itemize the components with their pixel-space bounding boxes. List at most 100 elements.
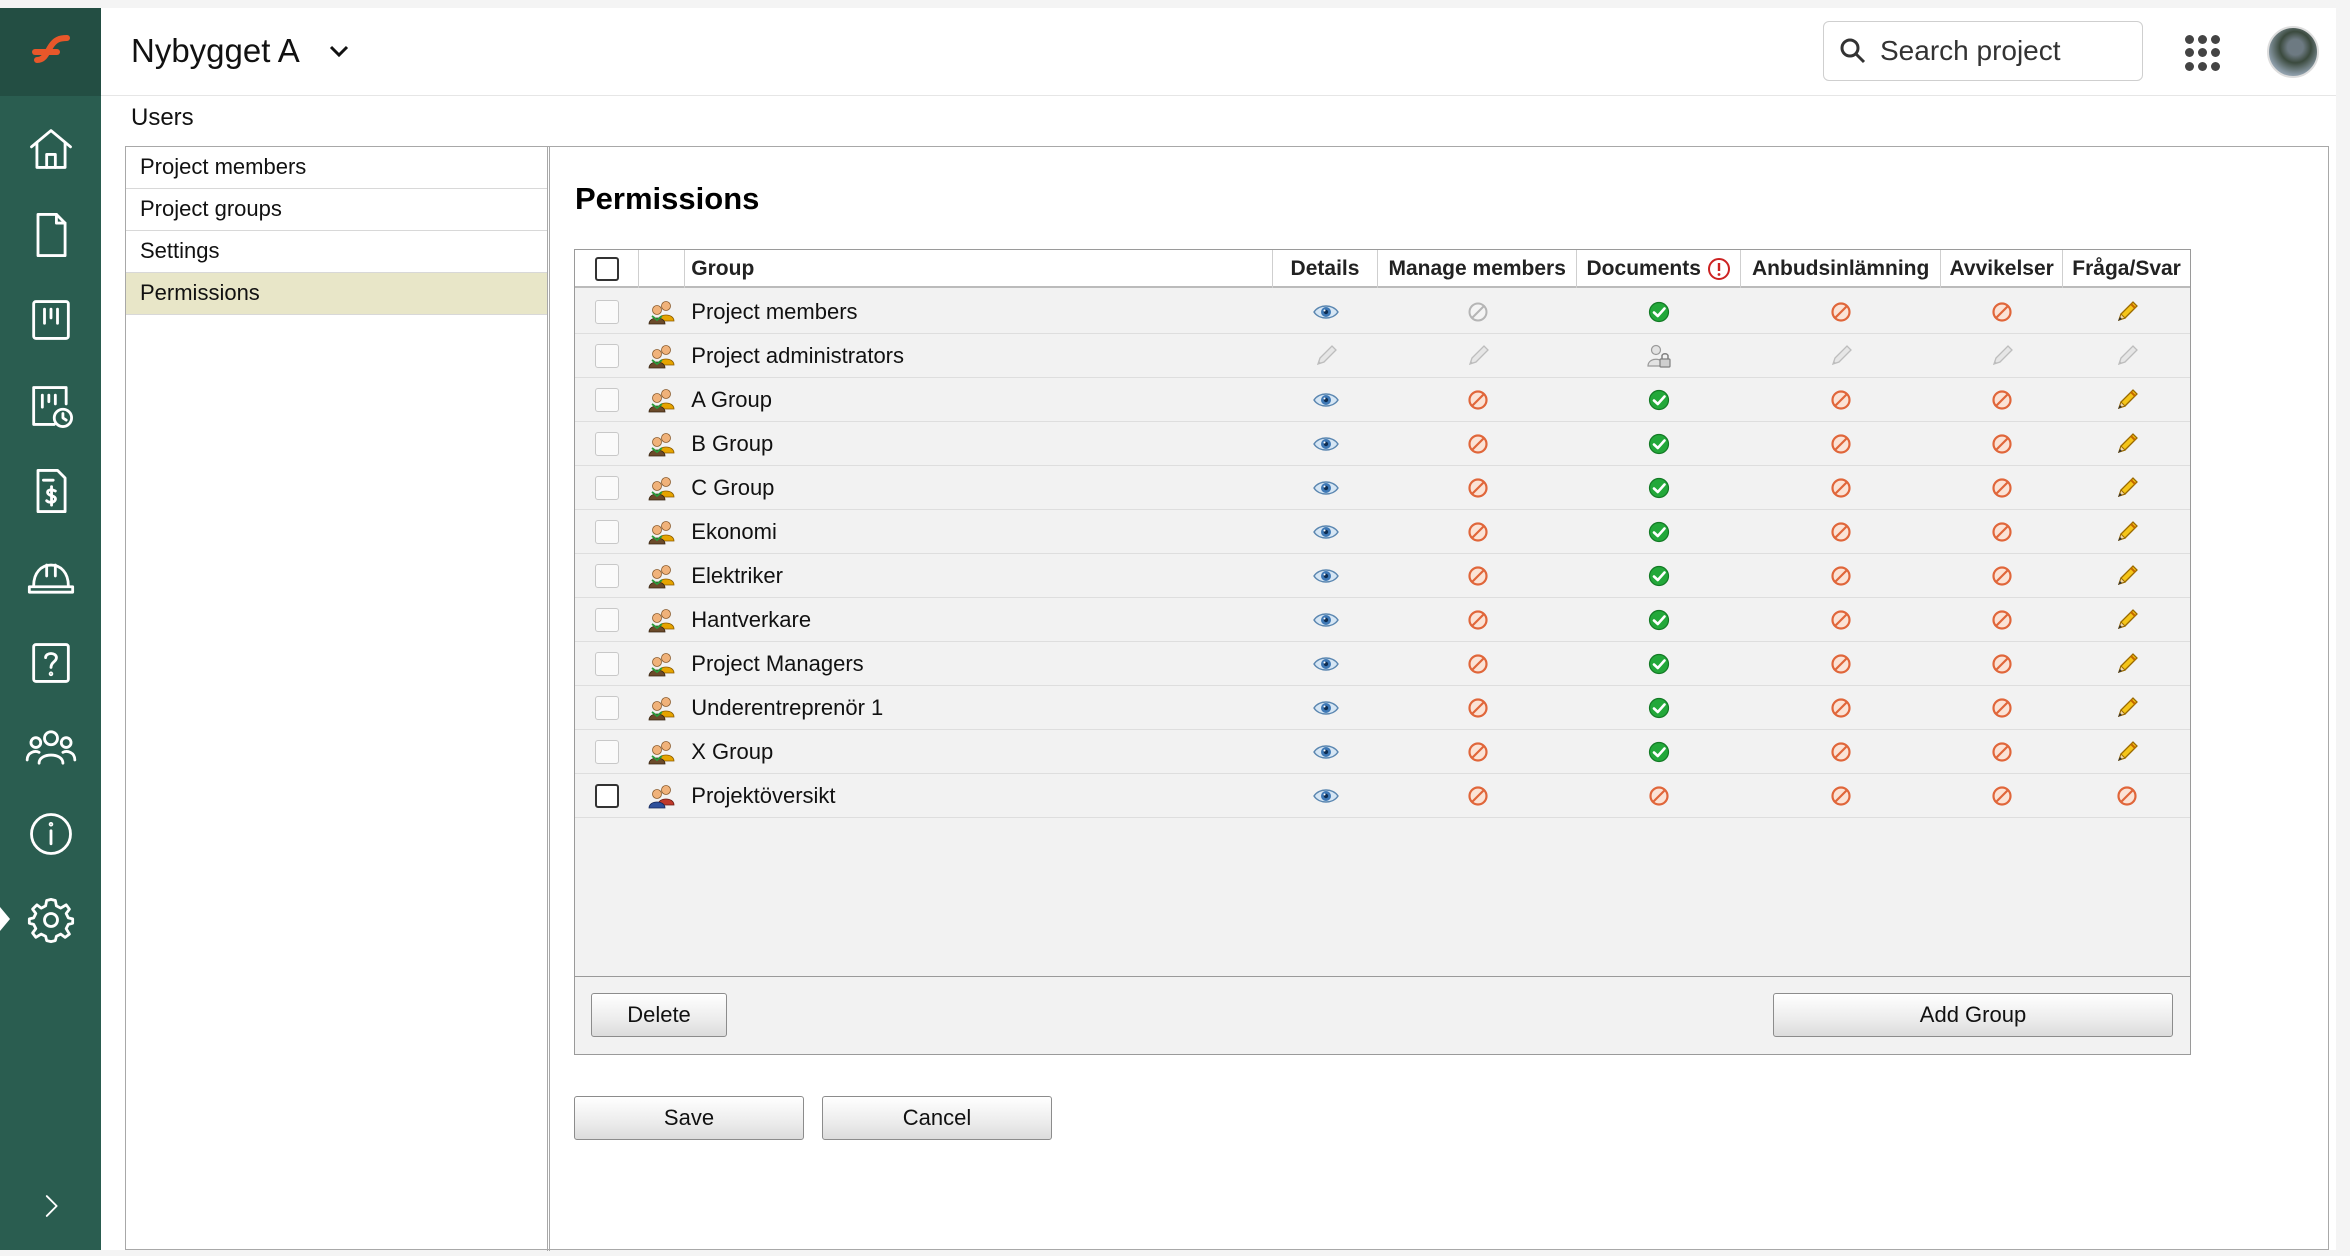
- perm-manage-members-deny-icon[interactable]: [1378, 642, 1577, 686]
- search-box[interactable]: [1823, 21, 2143, 81]
- perm-details-view-icon[interactable]: [1273, 378, 1378, 422]
- perm-anbudsinlamning-edit-disabled-icon[interactable]: [1741, 334, 1941, 378]
- group-name[interactable]: Elektriker: [685, 554, 1273, 598]
- group-name[interactable]: A Group: [685, 378, 1273, 422]
- row-checkbox[interactable]: [595, 651, 620, 676]
- perm-fraga-svar-edit-icon[interactable]: [2063, 422, 2190, 466]
- perm-details-view-icon[interactable]: [1273, 290, 1378, 334]
- app-logo[interactable]: [0, 8, 101, 96]
- perm-fraga-svar-edit-icon[interactable]: [2063, 290, 2190, 334]
- add-group-button[interactable]: Add Group: [1773, 993, 2173, 1037]
- perm-avvikelser-deny-icon[interactable]: [1941, 466, 2063, 510]
- table-row[interactable]: Elektriker: [575, 554, 2190, 598]
- perm-details-view-icon[interactable]: [1273, 510, 1378, 554]
- table-row[interactable]: A Group: [575, 378, 2190, 422]
- group-name[interactable]: Projektöversikt: [685, 774, 1273, 818]
- nav-safety[interactable]: [0, 542, 101, 612]
- row-checkbox[interactable]: [595, 695, 620, 720]
- user-avatar[interactable]: [2267, 26, 2319, 78]
- subnav-settings[interactable]: Settings: [126, 231, 547, 273]
- perm-documents-allow-icon[interactable]: [1577, 290, 1741, 334]
- table-row[interactable]: Project Managers: [575, 642, 2190, 686]
- warning-icon[interactable]: [1707, 257, 1731, 281]
- perm-fraga-svar-edit-icon[interactable]: [2063, 686, 2190, 730]
- row-checkbox[interactable]: [595, 343, 620, 368]
- table-row[interactable]: Project members: [575, 290, 2190, 334]
- perm-manage-members-deny-icon[interactable]: [1378, 422, 1577, 466]
- perm-details-view-icon[interactable]: [1273, 730, 1378, 774]
- table-row[interactable]: X Group: [575, 730, 2190, 774]
- row-checkbox[interactable]: [595, 519, 620, 544]
- cancel-button[interactable]: Cancel: [822, 1096, 1052, 1140]
- perm-manage-members-edit-disabled-icon[interactable]: [1378, 334, 1577, 378]
- perm-manage-members-deny-icon[interactable]: [1378, 686, 1577, 730]
- group-name[interactable]: Ekonomi: [685, 510, 1273, 554]
- perm-fraga-svar-edit-icon[interactable]: [2063, 466, 2190, 510]
- nav-invoices[interactable]: [0, 456, 101, 526]
- perm-fraga-svar-edit-icon[interactable]: [2063, 642, 2190, 686]
- perm-anbudsinlamning-deny-icon[interactable]: [1741, 422, 1941, 466]
- apps-grid-icon[interactable]: [2185, 35, 2221, 71]
- nav-settings[interactable]: [0, 885, 101, 955]
- perm-avvikelser-deny-icon[interactable]: [1941, 554, 2063, 598]
- perm-documents-allow-icon[interactable]: [1577, 422, 1741, 466]
- row-checkbox[interactable]: [595, 607, 620, 632]
- perm-anbudsinlamning-deny-icon[interactable]: [1741, 686, 1941, 730]
- perm-fraga-svar-deny-icon[interactable]: [2063, 774, 2190, 818]
- group-name[interactable]: C Group: [685, 466, 1273, 510]
- perm-details-view-icon[interactable]: [1273, 422, 1378, 466]
- perm-avvikelser-deny-icon[interactable]: [1941, 686, 2063, 730]
- nav-board[interactable]: [0, 285, 101, 355]
- perm-fraga-svar-edit-icon[interactable]: [2063, 730, 2190, 774]
- perm-avvikelser-deny-icon[interactable]: [1941, 510, 2063, 554]
- header-documents[interactable]: Documents: [1577, 250, 1742, 288]
- perm-avvikelser-deny-icon[interactable]: [1941, 598, 2063, 642]
- perm-manage-members-deny-icon[interactable]: [1378, 774, 1577, 818]
- group-name[interactable]: Project Managers: [685, 642, 1273, 686]
- perm-documents-allow-icon[interactable]: [1577, 642, 1741, 686]
- perm-details-view-icon[interactable]: [1273, 686, 1378, 730]
- group-name[interactable]: B Group: [685, 422, 1273, 466]
- perm-avvikelser-deny-icon[interactable]: [1941, 774, 2063, 818]
- row-checkbox[interactable]: [595, 739, 620, 764]
- perm-anbudsinlamning-deny-icon[interactable]: [1741, 378, 1941, 422]
- perm-documents-allow-icon[interactable]: [1577, 686, 1741, 730]
- perm-anbudsinlamning-deny-icon[interactable]: [1741, 598, 1941, 642]
- nav-home[interactable]: [0, 114, 101, 184]
- perm-anbudsinlamning-deny-icon[interactable]: [1741, 510, 1941, 554]
- perm-fraga-svar-edit-disabled-icon[interactable]: [2063, 334, 2190, 378]
- nav-questions[interactable]: [0, 628, 101, 698]
- subnav-permissions[interactable]: Permissions: [126, 273, 547, 315]
- perm-details-edit-disabled-icon[interactable]: [1273, 334, 1378, 378]
- subnav-project-groups[interactable]: Project groups: [126, 189, 547, 231]
- perm-manage-members-deny-icon[interactable]: [1378, 598, 1577, 642]
- header-manage-members[interactable]: Manage members: [1378, 250, 1578, 288]
- search-input[interactable]: [1880, 35, 2130, 67]
- nav-schedule[interactable]: [0, 371, 101, 441]
- row-checkbox[interactable]: [595, 431, 620, 456]
- perm-fraga-svar-edit-icon[interactable]: [2063, 598, 2190, 642]
- header-fraga-svar[interactable]: Fråga/Svar: [2063, 250, 2190, 288]
- perm-manage-members-disabled-icon[interactable]: [1378, 290, 1577, 334]
- header-details[interactable]: Details: [1273, 250, 1379, 288]
- nav-documents[interactable]: [0, 200, 101, 270]
- perm-fraga-svar-edit-icon[interactable]: [2063, 554, 2190, 598]
- perm-manage-members-deny-icon[interactable]: [1378, 510, 1577, 554]
- perm-documents-allow-icon[interactable]: [1577, 466, 1741, 510]
- perm-details-view-icon[interactable]: [1273, 466, 1378, 510]
- perm-manage-members-deny-icon[interactable]: [1378, 466, 1577, 510]
- perm-fraga-svar-edit-icon[interactable]: [2063, 378, 2190, 422]
- table-row[interactable]: Underentreprenör 1: [575, 686, 2190, 730]
- header-avvikelser[interactable]: Avvikelser: [1941, 250, 2064, 288]
- table-row[interactable]: Ekonomi: [575, 510, 2190, 554]
- select-all-checkbox[interactable]: [594, 257, 619, 281]
- table-row[interactable]: Project administrators: [575, 334, 2190, 378]
- project-selector[interactable]: Nybygget A: [131, 32, 354, 70]
- group-name[interactable]: X Group: [685, 730, 1273, 774]
- perm-anbudsinlamning-deny-icon[interactable]: [1741, 290, 1941, 334]
- perm-documents-allow-icon[interactable]: [1577, 598, 1741, 642]
- perm-documents-deny-icon[interactable]: [1577, 774, 1741, 818]
- perm-anbudsinlamning-deny-icon[interactable]: [1741, 642, 1941, 686]
- perm-avvikelser-deny-icon[interactable]: [1941, 290, 2063, 334]
- table-row[interactable]: B Group: [575, 422, 2190, 466]
